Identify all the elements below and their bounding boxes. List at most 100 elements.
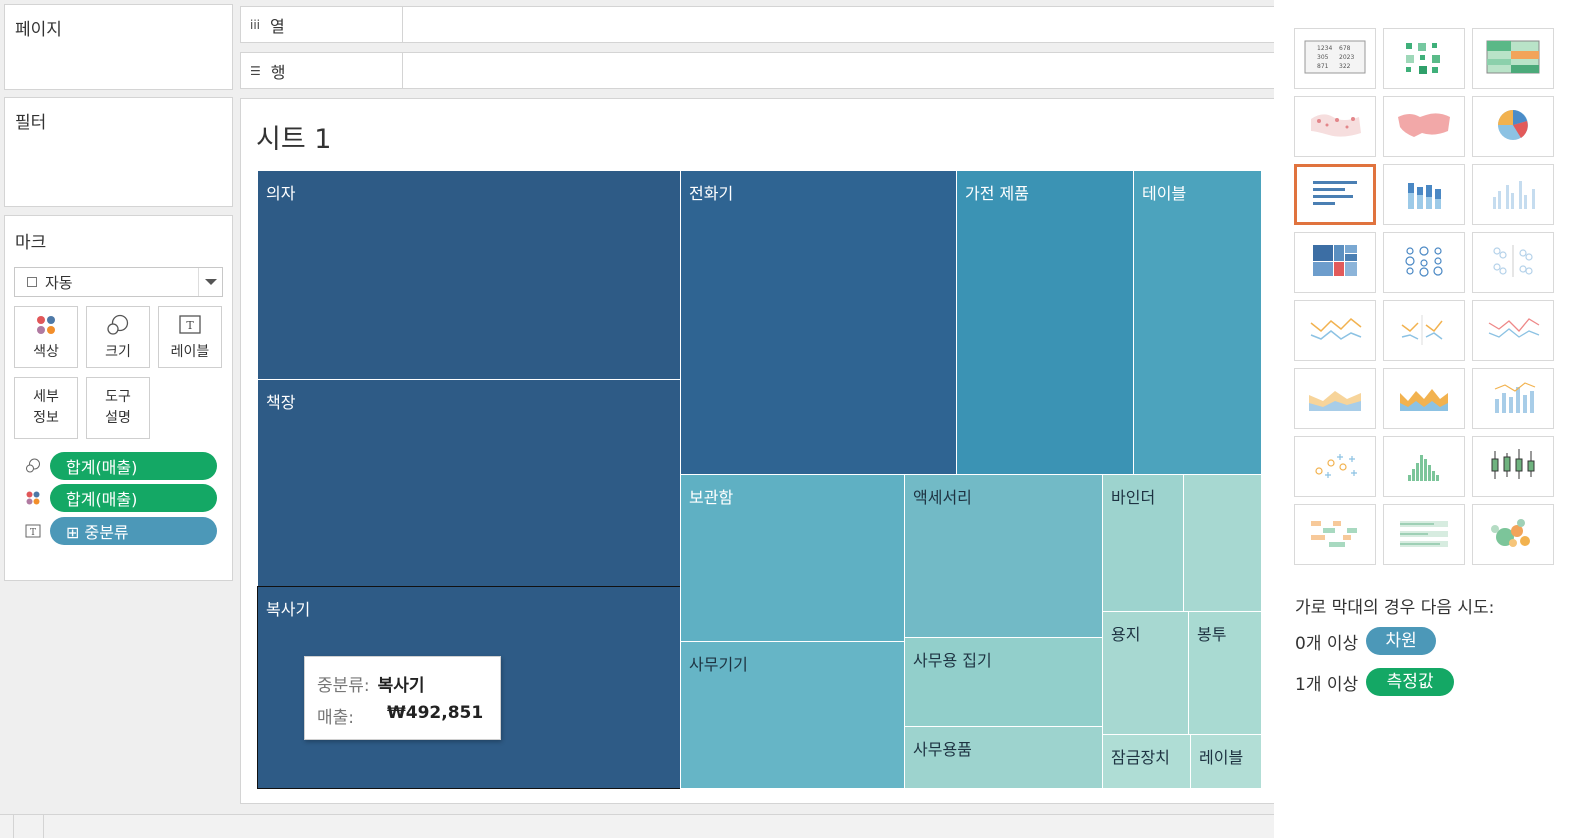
heat-map-chart-option[interactable] <box>1383 28 1465 89</box>
treemap-tile-accessories[interactable]: 액세서리 <box>904 474 1103 638</box>
chevron-down-icon[interactable] <box>198 268 222 296</box>
box-whisker-icon <box>1481 445 1545 489</box>
detail-button[interactable]: 세부 정보 <box>14 377 78 439</box>
symbol-map-icon <box>1303 105 1367 149</box>
dual-line-icon <box>1481 309 1545 353</box>
detail-label-line1: 세부 <box>33 389 59 405</box>
treemap-tile-furnishings[interactable]: 사무용 집기 <box>904 637 1103 727</box>
treemap-tile-storage[interactable]: 보관함 <box>680 474 905 642</box>
treemap-tile-table[interactable]: 테이블 <box>1133 170 1262 475</box>
rows-shelf[interactable]: ☰ 행 <box>240 52 1280 89</box>
mark-tooltip: 중분류: 복사기 매출: ₩492,851 <box>304 656 501 740</box>
bullet-graph-icon <box>1392 513 1456 557</box>
circle-view-icon <box>1392 241 1456 285</box>
packed-bubbles-chart-option[interactable] <box>1472 504 1554 565</box>
svg-text:305: 305 <box>1317 54 1329 61</box>
treemap-tile-label: 사무용 집기 <box>913 651 992 670</box>
heat-map-icon <box>1392 37 1456 81</box>
gantt-chart-chart-option[interactable] <box>1294 504 1376 565</box>
tooltip-label-line1: 도구 <box>105 389 131 405</box>
tooltip-label-line2: 설명 <box>105 410 131 426</box>
svg-text:T: T <box>30 528 36 538</box>
scatter-plot-chart-option[interactable] <box>1294 436 1376 497</box>
label-pill-row: T <box>23 516 43 546</box>
stacked-bar-chart-option[interactable] <box>1383 164 1465 225</box>
treemap-tile-label: 봉투 <box>1197 625 1227 644</box>
size-measure-pill[interactable]: 합계(매출) <box>50 452 217 480</box>
continuous-line-chart-option[interactable] <box>1294 300 1376 361</box>
label-dimension-pill[interactable]: ⊞ 중분류 <box>50 517 217 545</box>
treemap-tile-appliances[interactable]: 가전 제품 <box>956 170 1134 475</box>
discrete-area-icon <box>1392 377 1456 421</box>
treemap-tile-art[interactable] <box>1183 474 1262 612</box>
columns-label-text: 열 <box>270 16 285 36</box>
side-by-side-bar-icon <box>1481 173 1545 217</box>
treemap-tile-envelopes[interactable]: 봉투 <box>1188 611 1262 735</box>
size-button[interactable]: 크기 <box>86 306 150 368</box>
requirement-dimensions-text: 0개 이상 <box>1295 633 1359 654</box>
treemap-tile-label: 용지 <box>1111 625 1141 644</box>
sheet-title: 시트 1 <box>256 124 332 155</box>
color-button[interactable]: 색상 <box>14 306 78 368</box>
treemap-tile-bookcase[interactable]: 책장 <box>257 379 681 587</box>
color-measure-pill[interactable]: 합계(매출) <box>50 484 217 512</box>
treemap-tile-label: 레이블 <box>1199 748 1244 767</box>
dual-line-chart-option[interactable] <box>1472 300 1554 361</box>
horizontal-bar-chart-option[interactable] <box>1294 164 1376 225</box>
show-me-hint: 가로 막대의 경우 다음 시도: <box>1295 598 1495 618</box>
pages-title: 페이지 <box>15 20 62 40</box>
measure-pill: 측정값 <box>1366 668 1455 696</box>
mark-type-dropdown[interactable]: 자동 <box>14 267 223 297</box>
circle-view-chart-option[interactable] <box>1383 232 1465 293</box>
side-by-side-circles-chart-option[interactable] <box>1472 232 1554 293</box>
tooltip-key-subcategory: 중분류: <box>317 676 370 696</box>
treemap-tile-label: 테이블 <box>1142 184 1187 203</box>
filters-title: 필터 <box>15 113 47 133</box>
treemap-tile-phone[interactable]: 전화기 <box>680 170 957 475</box>
histogram-chart-option[interactable] <box>1383 436 1465 497</box>
continuous-line-icon <box>1303 309 1367 353</box>
pie-chart-chart-option[interactable] <box>1472 96 1554 157</box>
treemap-tile-label: 사무용품 <box>913 740 972 759</box>
filled-map-chart-option[interactable] <box>1383 96 1465 157</box>
requirement-dimensions: 0개 이상 차원 <box>1295 627 1437 655</box>
discrete-line-icon <box>1392 309 1456 353</box>
discrete-line-chart-option[interactable] <box>1383 300 1465 361</box>
size-label: 크기 <box>105 344 131 360</box>
text-table-chart-option[interactable]: 1234 678 305 2023 871 322 <box>1294 28 1376 89</box>
box-whisker-chart-option[interactable] <box>1472 436 1554 497</box>
treemap-tile-office-supplies[interactable]: 사무용품 <box>904 726 1103 789</box>
pages-card[interactable]: 페이지 <box>4 4 233 90</box>
bullet-graph-chart-option[interactable] <box>1383 504 1465 565</box>
dual-combination-icon <box>1481 377 1545 421</box>
requirement-measures-text: 1개 이상 <box>1295 674 1359 695</box>
svg-text:322: 322 <box>1339 63 1351 70</box>
svg-text:T: T <box>186 319 194 332</box>
filled-map-icon <box>1392 105 1456 149</box>
tooltip-button[interactable]: 도구 설명 <box>86 377 150 439</box>
treemap-tile-labels[interactable]: 레이블 <box>1190 734 1262 789</box>
discrete-area-chart-option[interactable] <box>1383 368 1465 429</box>
label-button[interactable]: T 레이블 <box>158 306 222 368</box>
treemap-tile-binders[interactable]: 바인더 <box>1102 474 1184 612</box>
treemap-tile-fasteners[interactable]: 잠금장치 <box>1102 734 1191 789</box>
symbol-map-chart-option[interactable] <box>1294 96 1376 157</box>
dual-combination-chart-option[interactable] <box>1472 368 1554 429</box>
treemap-tile-label: 책장 <box>266 393 296 412</box>
continuous-area-chart-option[interactable] <box>1294 368 1376 429</box>
side-by-side-bar-chart-option[interactable] <box>1472 164 1554 225</box>
treemap-chart-option[interactable] <box>1294 232 1376 293</box>
color-icon <box>35 313 57 337</box>
color-icon <box>23 490 43 506</box>
columns-shelf-label: iii 열 <box>241 7 403 42</box>
filters-card[interactable]: 필터 <box>4 97 233 207</box>
treemap-tile-label: 액세서리 <box>913 488 972 507</box>
label-icon: T <box>23 523 43 539</box>
treemap-tile-paper[interactable]: 용지 <box>1102 611 1189 735</box>
columns-icon: iii <box>250 17 261 32</box>
treemap-tile-chair[interactable]: 의자 <box>257 170 681 380</box>
highlight-table-chart-option[interactable] <box>1472 28 1554 89</box>
treemap-tile-machines[interactable]: 사무기기 <box>680 641 905 789</box>
stacked-bar-icon <box>1392 173 1456 217</box>
columns-shelf[interactable]: iii 열 <box>240 6 1280 43</box>
